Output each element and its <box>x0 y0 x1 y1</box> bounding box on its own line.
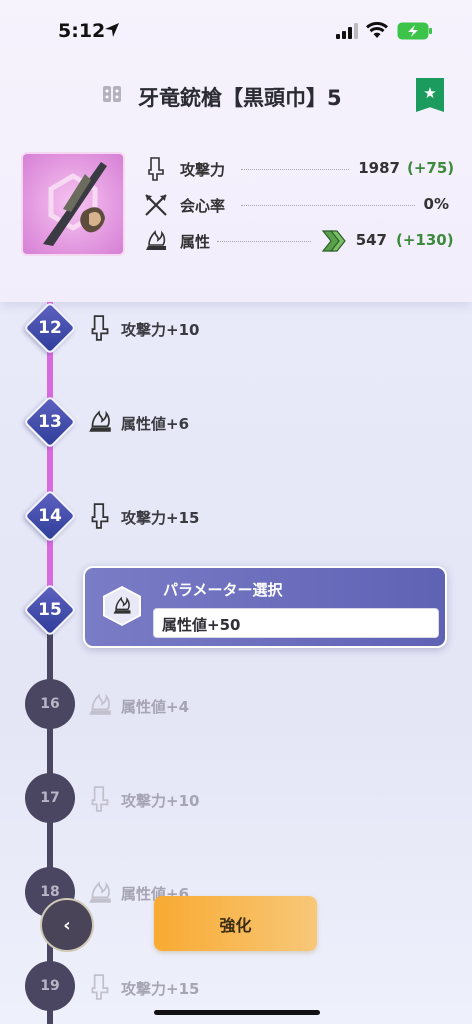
attack-blade-icon <box>148 157 164 181</box>
chevron-left-icon: ‹ <box>63 914 71 936</box>
status-bar: 5:12 <box>0 0 472 60</box>
stat-bonus: (+130) <box>396 231 454 249</box>
signal-icon <box>336 23 358 39</box>
stat-value: 1987 <box>358 159 400 177</box>
location-arrow-icon <box>105 23 119 37</box>
param-select-title: パラメーター選択 <box>163 581 283 599</box>
param-select-dropdown[interactable]: 属性値+50 <box>153 608 439 638</box>
level-number: 13 <box>38 412 62 432</box>
step-label: 攻撃力+15 <box>121 509 200 527</box>
step-label: 攻撃力+15 <box>121 980 200 998</box>
step-label: 攻撃力+10 <box>121 321 200 339</box>
element-flame-icon <box>89 410 111 432</box>
attack-blade-icon <box>91 786 109 812</box>
stat-label: 会心率 <box>180 197 226 215</box>
level-number: 12 <box>38 318 62 338</box>
param-hex-badge <box>103 586 141 626</box>
weapon-art-icon <box>43 162 107 246</box>
stat-row-affinity: 会心率 0% <box>143 192 453 218</box>
wifi-icon <box>366 22 388 38</box>
back-button[interactable]: ‹ <box>40 898 94 952</box>
level-number: 14 <box>38 506 62 526</box>
affinity-icon <box>145 194 167 216</box>
stat-value: 0% <box>423 195 449 213</box>
title-row: 牙竜銃槍【黒頭巾】5 ★ <box>0 78 472 114</box>
battery-charging-icon <box>397 22 432 40</box>
stat-row-element: 属性 547 (+130) <box>143 228 454 254</box>
stat-row-attack: 攻撃力 1987 (+75) <box>143 156 455 182</box>
step-label: 属性値+4 <box>121 698 190 716</box>
attack-blade-icon <box>91 503 109 529</box>
element-flame-icon <box>89 693 111 715</box>
attack-blade-icon <box>91 974 109 1000</box>
attack-blade-icon <box>91 315 109 341</box>
stat-label: 攻撃力 <box>180 161 226 179</box>
home-indicator[interactable] <box>154 1010 320 1015</box>
star-bookmark-icon: ★ <box>423 84 437 102</box>
wind-chevron-icon <box>321 230 346 252</box>
header-panel: 5:12 牙竜銃槍【黒頭巾】5 ★ 攻撃力 1987 (+75) 会心率 0% … <box>0 0 472 302</box>
weapon-thumbnail[interactable] <box>21 152 125 256</box>
locked-level-node: 17 <box>25 773 75 823</box>
stat-leader-dots <box>241 169 349 170</box>
locked-level-node: 16 <box>25 679 75 729</box>
parameter-select-card[interactable]: パラメーター選択 属性値+50 <box>83 566 447 648</box>
enhance-button[interactable]: 強化 <box>154 896 317 951</box>
locked-level-node: 19 <box>25 961 75 1011</box>
stat-value: 547 <box>355 231 387 249</box>
stat-leader-dots <box>241 205 415 206</box>
stat-label: 属性 <box>180 233 211 251</box>
stat-bonus: (+75) <box>407 159 455 177</box>
element-flame-icon <box>113 596 131 614</box>
step-label: 属性値+6 <box>121 415 190 433</box>
gunlance-icon <box>103 86 121 102</box>
stat-leader-dots <box>217 241 311 242</box>
level-number: 15 <box>38 600 62 620</box>
status-time: 5:12 <box>58 20 106 42</box>
favorite-button[interactable]: ★ <box>416 78 444 112</box>
weapon-title: 牙竜銃槍【黒頭巾】5 <box>138 86 342 110</box>
element-flame-icon <box>146 230 166 250</box>
element-flame-icon <box>89 881 111 903</box>
step-label: 攻撃力+10 <box>121 792 200 810</box>
